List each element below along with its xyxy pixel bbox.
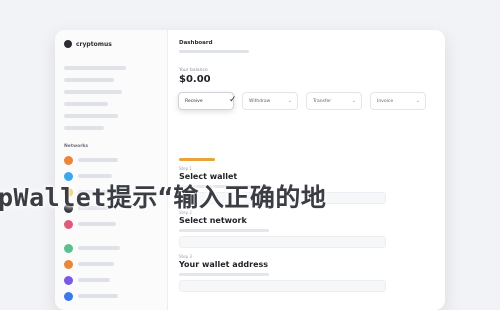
subtitle-placeholder [179,50,249,53]
step-description [179,273,269,276]
page-title: Dashboard [179,40,213,46]
sidebar-item[interactable] [64,90,122,94]
action-row: Receive Withdraw ⌄ Transfer ⌄ Invoice ⌄ [178,92,426,110]
balance-label: Your balance [179,68,208,73]
brand[interactable]: cryptomus [64,40,112,48]
withdraw-button[interactable]: Withdraw ⌄ [242,92,298,110]
invoice-button-label: Invoice [377,98,394,104]
step-label: Step 1 [179,166,192,171]
sidebar: cryptomus Networks [55,30,168,310]
overlay-caption: pWallet提示“输入正确的地 [0,183,327,212]
step-label: Step 3 [179,254,192,259]
brand-name: cryptomus [76,40,112,48]
app-window: cryptomus Networks Dashboard Your balanc… [55,30,445,310]
sidebar-item[interactable] [64,102,108,106]
withdraw-button-label: Withdraw [249,98,271,104]
step-title: Your wallet address [179,260,269,269]
coin-label[interactable] [78,294,118,298]
main-panel: Dashboard Your balance $0.00 Receive Wit… [171,30,445,310]
sidebar-item[interactable] [64,114,118,118]
coin-icon [64,220,73,229]
cryptomus-logo-icon [64,40,72,48]
step-title: Select network [179,216,247,225]
coin-icon [64,276,73,285]
chevron-down-icon: ⌄ [415,98,420,104]
balance-value: $0.00 [179,74,211,85]
wallet-address-field[interactable] [179,280,386,292]
transfer-button-label: Transfer [313,98,332,104]
invoice-button[interactable]: Invoice ⌄ [370,92,426,110]
sidebar-item[interactable] [64,66,126,70]
coin-label[interactable] [78,278,110,282]
sidebar-item[interactable] [64,126,104,130]
coin-label[interactable] [78,262,114,266]
chevron-down-icon: ⌄ [351,98,356,104]
coin-icon [64,156,73,165]
coin-icon [64,244,73,253]
coin-label[interactable] [78,246,120,250]
receive-button-label: Receive [185,98,203,104]
coin-label[interactable] [78,222,116,226]
sidebar-section-title: Networks [64,144,89,149]
receive-button[interactable]: Receive [178,92,234,110]
checkmark-icon: ✓ [229,95,237,105]
network-select[interactable] [179,236,386,248]
transfer-button[interactable]: Transfer ⌄ [306,92,362,110]
sidebar-item[interactable] [64,78,114,82]
progress-accent [179,158,215,161]
chevron-down-icon: ⌄ [287,98,292,104]
coin-label[interactable] [78,158,118,162]
step-description [179,229,269,232]
coin-icon [64,260,73,269]
